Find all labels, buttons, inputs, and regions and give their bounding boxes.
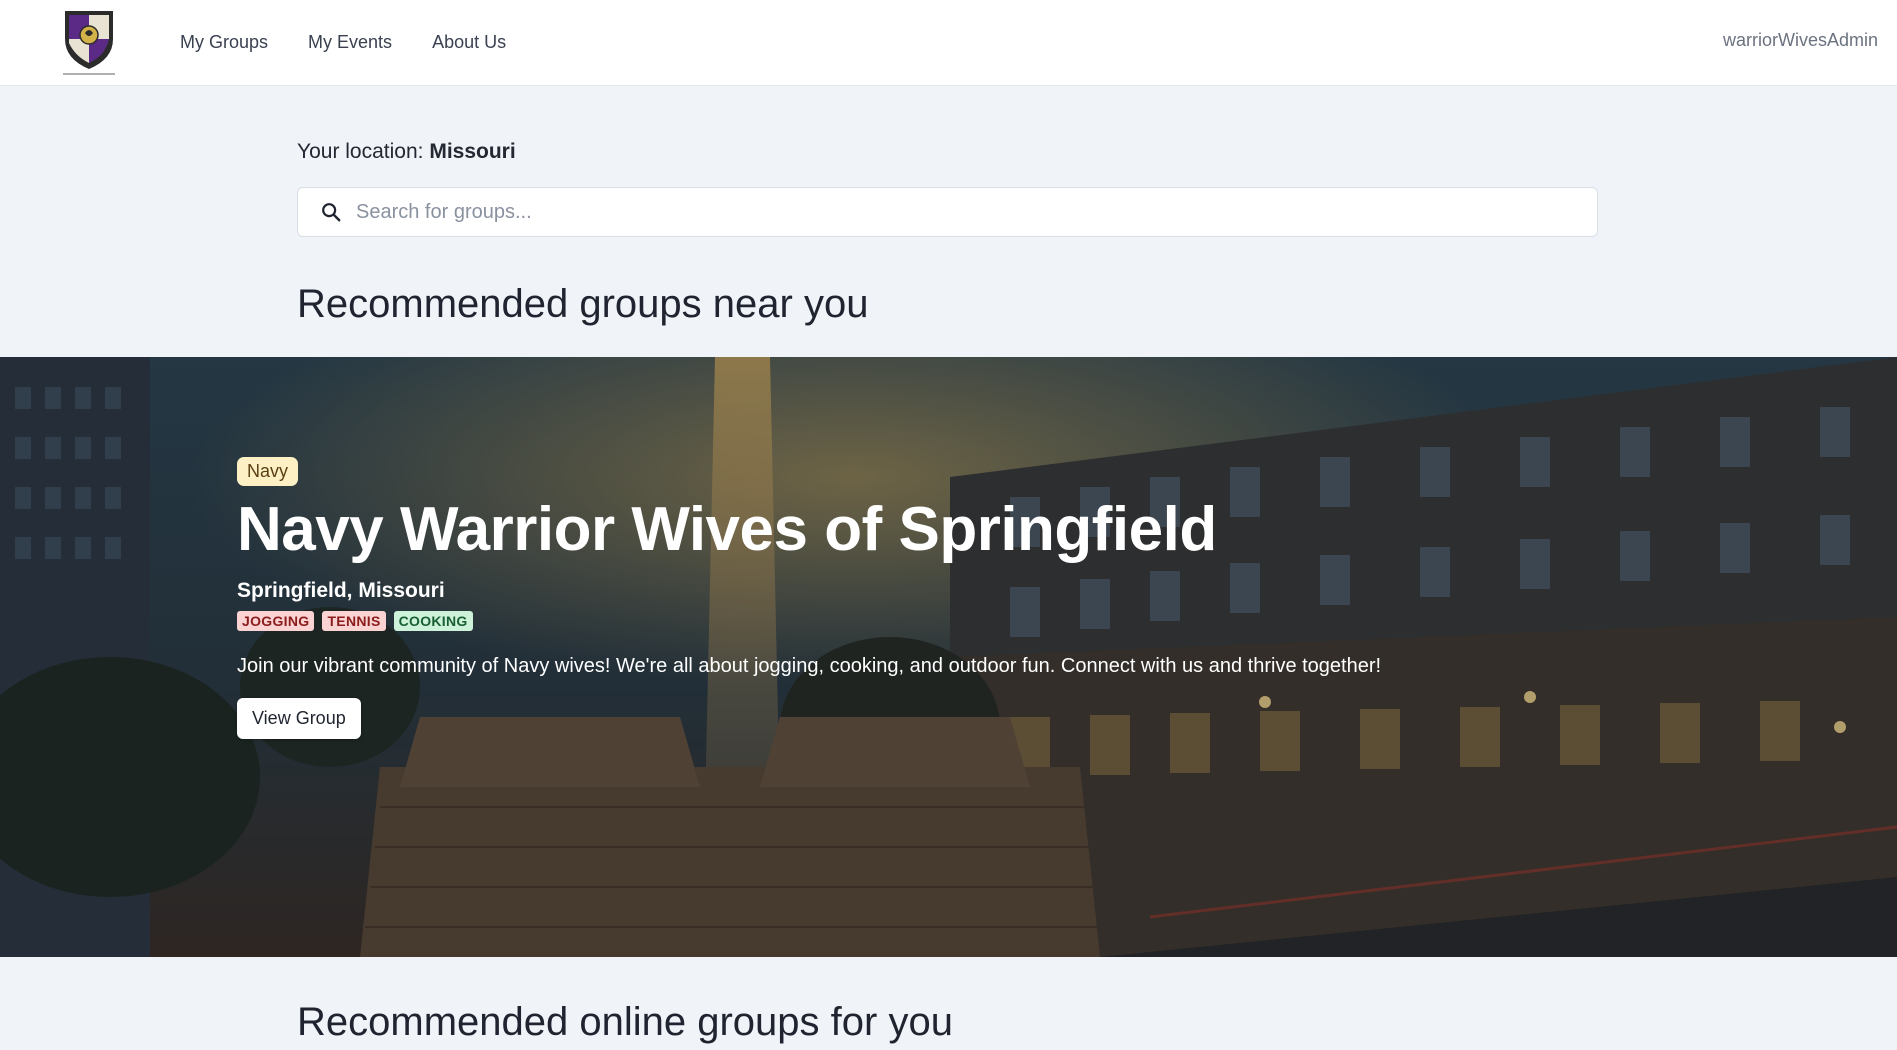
group-description: Join our vibrant community of Navy wives… [237,655,1382,677]
tag-cooking: COOKING [393,611,473,631]
group-title: Navy Warrior Wives of Springfield [237,495,1217,564]
main-nav: My Groups My Events About Us [180,0,506,84]
group-tags: JOGGING TENNIS COOKING [237,611,1737,631]
location-label: Your location: [297,140,424,163]
view-group-button[interactable]: View Group [237,698,361,739]
group-search-box[interactable] [297,187,1598,237]
featured-group-banner: Navy Navy Warrior Wives of Springfield S… [0,357,1897,957]
search-input[interactable] [356,200,1556,224]
tag-jogging: JOGGING [237,611,315,631]
nav-my-events[interactable]: My Events [308,32,392,53]
user-account-link[interactable]: warriorWivesAdmin [1723,30,1878,51]
top-navigation-bar: My Groups My Events About Us warriorWive… [0,0,1897,86]
near-groups-heading: Recommended groups near you [297,282,869,326]
branch-badge: Navy [237,457,299,486]
warrior-wives-logo[interactable] [55,5,123,77]
search-icon [322,203,341,222]
group-location: Springfield, Missouri [237,579,445,602]
nav-about-us[interactable]: About Us [432,32,506,53]
online-groups-heading: Recommended online groups for you [297,1000,953,1044]
tag-tennis: TENNIS [322,611,386,631]
location-value: Missouri [429,140,516,163]
user-location: Your location: Missouri [297,140,516,164]
featured-group-details: Navy Navy Warrior Wives of Springfield S… [237,457,1737,739]
nav-my-groups[interactable]: My Groups [180,32,268,53]
